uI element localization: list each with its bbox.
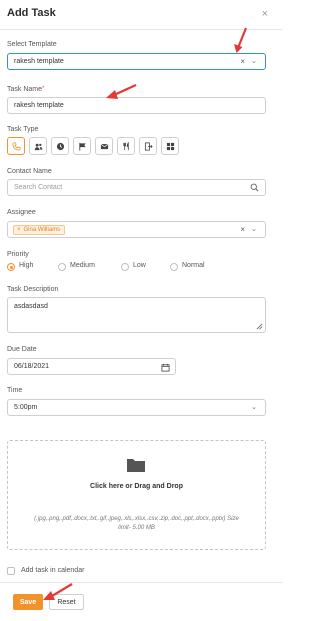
exit-icon [144, 142, 153, 151]
cutlery-icon [123, 142, 129, 151]
task-type-label: Task Type [7, 126, 39, 133]
grid-icon [166, 142, 175, 151]
dialog-title: Add Task [7, 7, 56, 19]
save-button[interactable]: Save [13, 594, 43, 610]
task-type-other-button[interactable] [161, 137, 179, 155]
resize-handle-icon[interactable] [256, 323, 263, 330]
clear-icon[interactable]: × [240, 57, 245, 66]
calendar-checkbox[interactable] [7, 567, 15, 575]
contact-placeholder: Search Contact [14, 184, 63, 191]
phone-icon [12, 142, 21, 151]
close-icon[interactable]: × [262, 9, 268, 20]
task-type-lunch-button[interactable] [117, 137, 135, 155]
calendar-checkbox-label: Add task in calendar [21, 567, 85, 574]
drop-zone-hint: (.jpg,.png,.pdf,.docx,.txt,.gif,.jpeg,.x… [34, 516, 239, 531]
radio[interactable] [121, 263, 129, 271]
required-mark: * [42, 86, 45, 92]
assignee-tag: × Gina Williams [13, 225, 66, 235]
time-value: 5:00pm [14, 404, 38, 411]
time-select[interactable]: 5:00pm ⌄ [7, 399, 266, 416]
contact-label: Contact Name [7, 168, 52, 175]
due-date-label: Due Date [7, 346, 37, 353]
flag-icon [79, 142, 86, 151]
mail-icon [100, 144, 109, 150]
clock-icon [56, 142, 65, 151]
annotation-arrow [43, 583, 73, 600]
task-type-flag-button[interactable] [73, 137, 91, 155]
due-date-input[interactable]: 06/18/2021 [7, 358, 176, 375]
chevron-down-icon[interactable]: ⌄ [251, 403, 257, 411]
calendar-icon[interactable] [161, 363, 170, 372]
assignee-label: Assignee [7, 209, 36, 216]
template-value: rakesh template [14, 58, 64, 65]
task-type-email-button[interactable] [95, 137, 113, 155]
tag-remove-icon[interactable]: × [17, 227, 21, 233]
clear-icon[interactable]: × [240, 225, 245, 234]
annotation-arrow [106, 83, 137, 99]
assignee-tag-label: Gina Williams [23, 227, 61, 233]
due-date-value: 06/18/2021 [14, 363, 50, 370]
annotation-arrow [234, 27, 248, 53]
contact-search-input[interactable]: Search Contact [7, 179, 266, 196]
file-drop-zone[interactable]: Click here or Drag and Drop (.jpg,.png,.… [7, 440, 266, 550]
task-name-value: rakesh template [14, 102, 64, 109]
template-label: Select Template [7, 41, 57, 48]
task-type-exit-button[interactable] [139, 137, 157, 155]
radio-selected[interactable] [7, 263, 15, 271]
chevron-down-icon[interactable]: ⌄ [251, 57, 257, 65]
description-label: Task Description [7, 286, 59, 293]
priority-label: Priority [7, 251, 29, 258]
task-type-call-button[interactable] [7, 137, 25, 155]
people-icon [34, 143, 43, 151]
time-label: Time [7, 387, 23, 394]
radio[interactable] [170, 263, 178, 271]
search-icon[interactable] [250, 183, 259, 192]
task-type-meeting-button[interactable] [29, 137, 47, 155]
task-type-deadline-button[interactable] [51, 137, 69, 155]
assignee-select[interactable]: × Gina Williams × ⌄ [7, 221, 266, 238]
description-textarea[interactable]: asdasdasd [7, 297, 266, 333]
chevron-down-icon[interactable]: ⌄ [251, 225, 257, 233]
drop-zone-text: Click here or Drag and Drop [90, 483, 183, 490]
radio[interactable] [58, 263, 66, 271]
folder-icon [127, 459, 145, 472]
description-value: asdasdasd [14, 303, 48, 310]
task-name-label: Task Name* [7, 86, 45, 93]
